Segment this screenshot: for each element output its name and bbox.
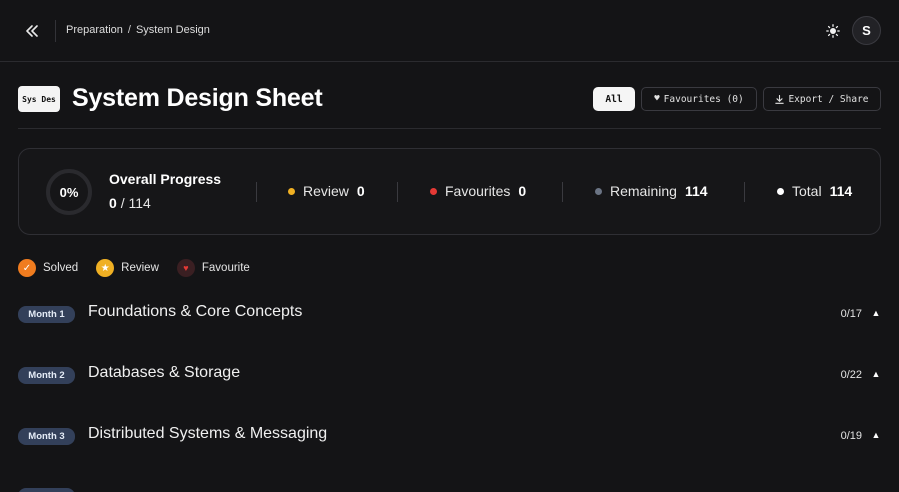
progress-ring: 0% <box>46 169 92 215</box>
top-bar: Preparation / System Design S <box>0 0 899 62</box>
month-section-header[interactable]: Month 2 Databases & Storage 0/22 ▲ <box>18 361 881 391</box>
month-badge: Month 2 <box>18 367 75 384</box>
stat-label: Remaining <box>610 183 677 199</box>
stat-label: Favourites <box>445 183 511 199</box>
breadcrumb-parent[interactable]: Preparation <box>66 24 123 36</box>
stat-divider <box>256 182 257 202</box>
legend-favourite: ♥ Favourite <box>176 259 250 277</box>
legend-label: Favourite <box>201 262 250 274</box>
progress-percent: 0% <box>59 184 79 200</box>
collapse-triangle-icon[interactable]: ▲ <box>871 367 881 381</box>
legend-review: ★ Review <box>96 259 159 277</box>
export-share-button[interactable]: Export / Share <box>763 87 881 111</box>
legend-solved: ✓ Solved <box>18 259 78 277</box>
page-title: System Design Sheet <box>72 84 323 112</box>
filter-all-label: All <box>605 93 623 105</box>
stat-value: 0 <box>356 183 365 199</box>
breadcrumb-current: System Design <box>135 24 210 36</box>
star-icon: ★ <box>96 259 115 277</box>
month-section-header[interactable]: Month 1 Foundations & Core Concepts 0/17… <box>18 300 881 330</box>
review-dot-icon <box>288 187 295 195</box>
collapse-triangle-icon[interactable]: ▲ <box>871 428 881 442</box>
favourites-dot-icon <box>430 187 437 195</box>
filter-favourites-button[interactable]: ♥ Favourites (0) <box>641 87 757 111</box>
remaining-dot-icon <box>595 187 602 195</box>
month-badge: Month 3 <box>18 428 75 445</box>
stat-value: 114 <box>684 183 708 199</box>
stat-value: 0 <box>518 183 527 199</box>
month-progress-count: 0/17 <box>840 308 862 320</box>
collapse-back-button[interactable] <box>18 18 46 44</box>
month-badge <box>18 488 75 492</box>
month-title: Foundations & Core Concepts <box>88 303 303 320</box>
month-title: Databases & Storage <box>88 364 241 381</box>
progress-card: 0% Overall Progress 0 / 114 Review 0 Fav… <box>18 148 881 235</box>
stat-label: Total <box>792 183 822 199</box>
overall-progress-count: 0 / 114 <box>109 195 151 211</box>
double-chevron-left-icon <box>26 25 38 37</box>
legend-label: Review <box>121 262 159 274</box>
heart-icon: ♥ <box>176 259 195 277</box>
month-section-header[interactable]: Month 3 Distributed Systems & Messaging … <box>18 422 881 452</box>
stat-label: Review <box>303 183 349 199</box>
stat-divider <box>744 182 745 202</box>
total-count-suffix: / 114 <box>120 195 151 211</box>
sun-icon <box>826 24 840 38</box>
month-badge: Month 1 <box>18 306 75 323</box>
user-avatar[interactable]: S <box>852 16 881 45</box>
sheet-badge: Sys Des <box>18 86 60 112</box>
stat-divider <box>562 182 563 202</box>
stat-review: Review 0 <box>288 183 365 199</box>
month-section-header-partial[interactable] <box>18 483 881 492</box>
solved-count: 0 <box>109 195 117 211</box>
month-progress-count: 0/22 <box>840 369 862 381</box>
stat-value: 114 <box>829 183 853 199</box>
legend-label: Solved <box>43 262 79 274</box>
breadcrumb: Preparation / System Design <box>66 24 210 36</box>
month-title: Distributed Systems & Messaging <box>88 425 328 442</box>
stat-divider <box>397 182 398 202</box>
breadcrumb-separator: / <box>127 24 131 36</box>
total-dot-icon <box>777 187 784 195</box>
export-share-label: Export / Share <box>788 93 869 105</box>
stat-total: Total 114 <box>777 183 852 199</box>
topbar-divider <box>55 20 56 42</box>
download-icon <box>775 94 785 104</box>
check-icon: ✓ <box>18 259 36 277</box>
filter-all-button[interactable]: All <box>593 87 635 111</box>
stat-remaining: Remaining 114 <box>595 183 708 199</box>
theme-toggle-button[interactable] <box>822 20 844 42</box>
status-legend: ✓ Solved ★ Review ♥ Favourite <box>18 259 268 277</box>
heart-icon: ♥ <box>654 94 660 104</box>
month-progress-count: 0/19 <box>840 430 862 442</box>
stat-favourites: Favourites 0 <box>430 183 526 199</box>
overall-progress-title: Overall Progress <box>109 171 222 187</box>
header-divider <box>18 128 881 129</box>
collapse-triangle-icon[interactable]: ▲ <box>871 306 881 320</box>
filter-favourites-label: Favourites (0) <box>663 93 744 105</box>
